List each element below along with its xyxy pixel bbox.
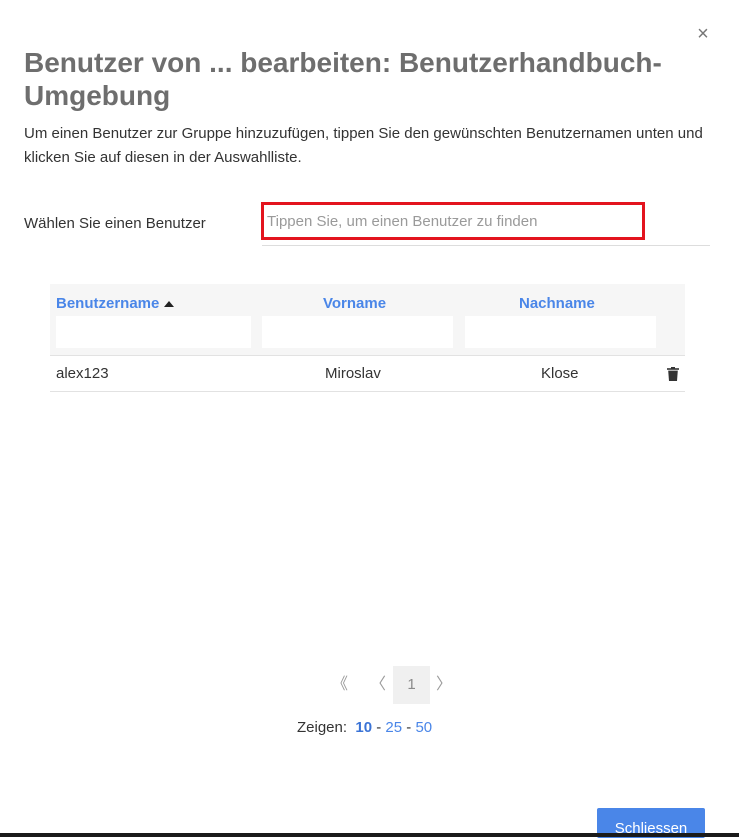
page-number-current[interactable]: 1	[393, 666, 430, 704]
table-row: alex123 Miroslav Klose	[50, 356, 685, 392]
page-size-25[interactable]: 25	[385, 719, 402, 736]
column-header-username-label: Benutzername	[56, 295, 160, 312]
table-header: Benutzername Vorname Nachname	[50, 284, 685, 356]
window-bottom-edge	[0, 833, 739, 837]
filter-first-name-input[interactable]	[262, 316, 453, 348]
column-header-username[interactable]: Benutzername	[56, 295, 175, 312]
page-size-selector: Zeigen: 10 - 25 - 50	[297, 718, 432, 738]
page-size-separator: -	[376, 719, 382, 736]
next-page-icon[interactable]: 〉	[434, 666, 454, 704]
dialog-title: Benutzer von ... bearbeiten: Benutzerhan…	[24, 47, 662, 111]
cell-last-name: Klose	[541, 365, 579, 382]
close-icon[interactable]: ×	[694, 24, 712, 44]
sort-ascending-icon	[164, 301, 175, 307]
edit-users-dialog: × Benutzer von ... bearbeiten: Benutzerh…	[0, 0, 739, 838]
search-underline	[262, 245, 710, 246]
users-table: Benutzername Vorname Nachname alex123 Mi…	[50, 284, 685, 392]
cell-username: alex123	[56, 365, 109, 382]
user-search-input[interactable]	[261, 202, 645, 240]
page-size-50[interactable]: 50	[415, 719, 432, 736]
filter-last-name-input[interactable]	[465, 316, 656, 348]
column-header-first-name[interactable]: Vorname	[323, 295, 386, 312]
page-size-separator: -	[406, 719, 412, 736]
cell-first-name: Miroslav	[325, 365, 381, 382]
column-header-last-name[interactable]: Nachname	[519, 295, 595, 312]
previous-page-icon[interactable]: 〈	[368, 666, 388, 704]
filter-username-input[interactable]	[56, 316, 251, 348]
dialog-intro: Um einen Benutzer zur Gruppe hinzuzufüge…	[24, 125, 703, 166]
trash-icon[interactable]	[667, 367, 679, 381]
page-size-label: Zeigen:	[297, 719, 348, 736]
user-select-label: Wählen Sie einen Benutzer	[24, 215, 206, 232]
page-size-10[interactable]: 10	[355, 719, 372, 736]
first-page-icon[interactable]: 《	[328, 666, 352, 704]
